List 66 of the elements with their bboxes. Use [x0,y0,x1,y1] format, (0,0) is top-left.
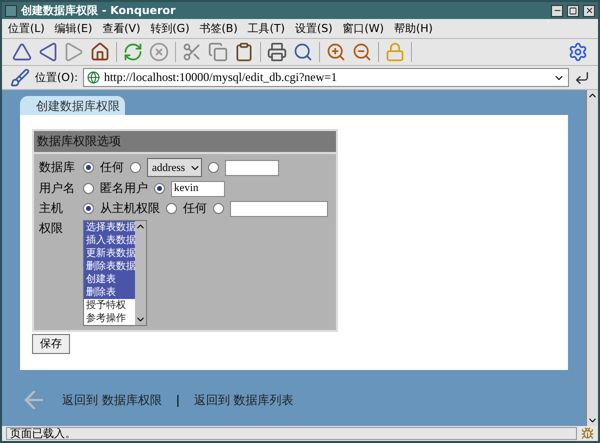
window-title: 创建数据库权限 - Konqueror [21,3,177,18]
link[interactable]: 返回到 数据库列表 [194,392,294,408]
form-title: 数据库权限选项 [34,131,336,154]
scrollbar[interactable] [135,221,146,325]
menu-item[interactable]: 转到(G) [150,21,190,36]
up-icon[interactable] [12,42,32,62]
list-option[interactable]: 插入表数据 [84,234,135,247]
option-label: 从主机权限 [100,200,160,217]
menu-item[interactable]: 窗口(W) [342,21,384,36]
list-option[interactable]: 创建表 [84,273,135,286]
menu-item[interactable]: 查看(V) [102,21,140,36]
input-field[interactable]: kevin [171,180,225,196]
option-label: 任何 [100,159,124,176]
radio-button[interactable] [166,203,177,214]
url-text: http://localhost:10000/mysql/edit_db.cgi?new=1 [104,70,338,85]
field-label: 主机 [39,200,64,217]
input-field[interactable] [225,160,279,176]
list-option[interactable]: 删除表数据 [84,260,135,273]
menu-item[interactable]: 设置(S) [294,21,333,36]
search-icon[interactable] [293,42,313,62]
save-button[interactable]: 保存 [32,334,70,354]
status-text: 页面已载入。 [6,427,577,440]
radio-button[interactable] [154,183,165,194]
radio-button[interactable] [83,183,94,194]
option-label: 匿名用户 [100,180,148,197]
field-label: 用户名 [39,180,76,197]
scrollbar[interactable] [586,90,598,426]
list-option[interactable]: 更新表数据 [84,247,135,260]
radio-button[interactable] [130,162,141,173]
menu-item[interactable]: 编辑(E) [54,21,92,36]
page-tab[interactable]: 创建数据库权限 [20,96,125,115]
scissors-icon[interactable] [182,42,202,62]
link[interactable]: 返回到 数据库权限 [62,392,162,408]
zoom-out-icon[interactable] [352,42,372,62]
bug-icon [581,427,594,440]
zoom-in-icon[interactable] [326,42,346,62]
menu-item[interactable]: 帮助(H) [394,21,433,36]
window-icon [5,4,17,16]
go-icon[interactable] [574,70,590,86]
list-option[interactable]: 删除表 [84,286,135,299]
field-label: 数据库 [39,159,76,176]
separator: | [176,393,180,407]
radio-button[interactable] [83,203,94,214]
settings-icon[interactable] [568,42,588,62]
field-label: 权限 [39,220,64,237]
menu-item[interactable]: 工具(T) [248,21,285,36]
copy-icon[interactable] [208,42,228,62]
radio-button[interactable] [83,162,94,173]
dropdown[interactable]: address [147,158,202,177]
location-label: 位置(O): [35,70,78,85]
option-label: 任何 [183,200,207,217]
radio-button[interactable] [213,203,224,214]
list-option[interactable]: 选择表数据 [84,221,135,234]
clipboard-icon[interactable] [234,42,254,62]
back-icon[interactable] [38,42,58,62]
menu-item[interactable]: 位置(L) [8,21,45,36]
home-icon[interactable] [90,42,110,62]
radio-button[interactable] [208,162,219,173]
url-field[interactable]: http://localhost:10000/mysql/edit_db.cgi?new=1 [82,68,569,87]
globe-icon [86,71,100,84]
reload-icon[interactable] [123,42,143,62]
menu-item[interactable]: 书签(B) [199,21,238,36]
brush-icon[interactable] [10,68,30,88]
privilege-list[interactable]: 选择表数据 插入表数据 更新表数据 删除表数据 创建表 删除表 授予特权 参考操作 [83,220,147,326]
input-field[interactable] [230,200,328,216]
printer-icon[interactable] [267,42,287,62]
